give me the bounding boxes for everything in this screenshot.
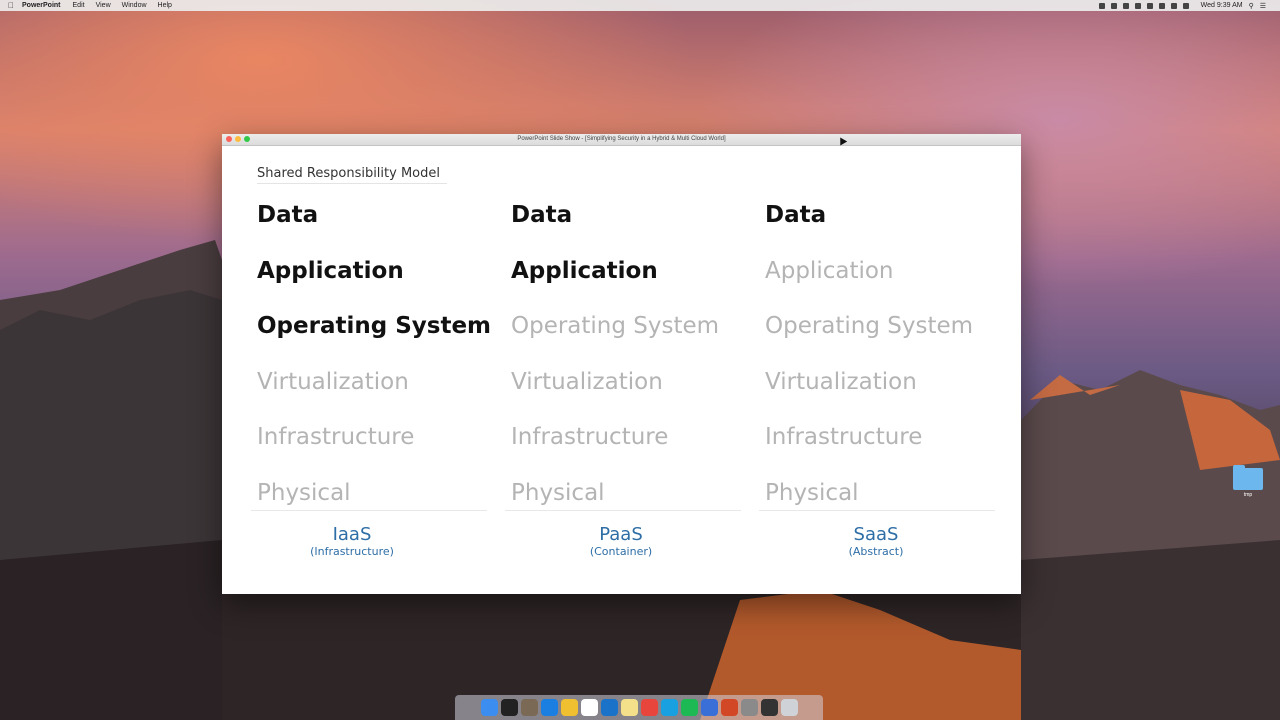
- layer-physical: Physical: [765, 479, 859, 506]
- tray-app-icon[interactable]: [1122, 2, 1129, 9]
- layer-data: Data: [765, 202, 827, 228]
- layer-application: Application: [511, 257, 658, 284]
- folder-icon: [1233, 465, 1263, 490]
- saas-column: Data Application Operating System Virtua…: [759, 198, 1005, 531]
- layer-operating-system: Operating System: [257, 313, 492, 339]
- column-divider: [505, 510, 741, 511]
- layer-infrastructure: Infrastructure: [257, 424, 415, 450]
- photos-icon[interactable]: [560, 699, 578, 716]
- calendar-icon[interactable]: [580, 699, 598, 716]
- menu-window[interactable]: Window: [122, 2, 147, 9]
- finder-icon[interactable]: [480, 699, 498, 716]
- notes-icon[interactable]: [620, 699, 638, 716]
- close-window-button[interactable]: [226, 136, 232, 142]
- tray-app-icon[interactable]: [1134, 2, 1141, 9]
- apple-menu-icon[interactable]: : [0, 1, 22, 10]
- fullscreen-window-button[interactable]: [244, 136, 250, 142]
- layer-infrastructure: Infrastructure: [511, 424, 669, 450]
- preview-icon[interactable]: [520, 699, 538, 716]
- slide-subtitle: Shared Responsibility Model: [257, 166, 447, 184]
- layer-virtualization: Virtualization: [511, 368, 663, 395]
- layer-application: Application: [765, 257, 894, 284]
- slide-canvas[interactable]: Shared Responsibility Model Data Applica…: [222, 146, 1021, 594]
- slideshow-window: PowerPoint Slide Show - [Simplifying Sec…: [222, 134, 1021, 594]
- tray-app-icon[interactable]: [1098, 2, 1105, 9]
- trash-icon[interactable]: [780, 699, 798, 716]
- minimize-window-button[interactable]: [235, 136, 241, 142]
- layer-data: Data: [257, 202, 319, 228]
- window-titlebar[interactable]: PowerPoint Slide Show - [Simplifying Sec…: [222, 134, 1021, 146]
- paas-column: Data Application Operating System Virtua…: [505, 198, 751, 531]
- model-name: PaaS: [599, 524, 643, 545]
- layer-virtualization: Virtualization: [765, 368, 917, 395]
- paas-label: PaaS (Container): [521, 524, 721, 558]
- layer-physical: Physical: [511, 479, 605, 506]
- powerpoint-icon[interactable]: [720, 699, 738, 716]
- terminal-icon[interactable]: [500, 699, 518, 716]
- activity-icon[interactable]: [760, 699, 778, 716]
- keynote-icon[interactable]: [700, 699, 718, 716]
- layer-data: Data: [511, 202, 573, 228]
- settings-icon[interactable]: [740, 699, 758, 716]
- layer-application: Application: [257, 257, 404, 284]
- window-title: PowerPoint Slide Show - [Simplifying Sec…: [517, 136, 726, 142]
- layer-physical: Physical: [257, 479, 351, 506]
- menu-app-name[interactable]: PowerPoint: [22, 2, 61, 9]
- outlook-icon[interactable]: [600, 699, 618, 716]
- model-name: IaaS: [332, 524, 372, 545]
- menu-edit[interactable]: Edit: [73, 2, 85, 9]
- skype-icon[interactable]: [660, 699, 678, 716]
- status-tray: Wed 9:39 AM ⚲ ☰: [1098, 0, 1266, 11]
- chrome-icon[interactable]: [640, 699, 658, 716]
- tray-app-icon[interactable]: [1110, 2, 1117, 9]
- menu-help[interactable]: Help: [158, 2, 172, 9]
- iaas-column: Data Application Operating System Virtua…: [251, 198, 497, 531]
- model-description: (Infrastructure): [310, 545, 394, 558]
- saas-label: SaaS (Abstract): [776, 524, 976, 558]
- dock: [455, 695, 823, 720]
- notification-center-icon[interactable]: ☰: [1260, 2, 1266, 10]
- model-name: SaaS: [853, 524, 899, 545]
- layer-operating-system: Operating System: [511, 313, 720, 339]
- menu-view[interactable]: View: [96, 2, 111, 9]
- model-description: (Container): [589, 545, 653, 558]
- menu-bar:  PowerPoint Edit View Window Help Wed 9…: [0, 0, 1280, 11]
- menubar-clock[interactable]: Wed 9:39 AM: [1201, 2, 1243, 9]
- spotify-icon[interactable]: [680, 699, 698, 716]
- spotlight-search-icon[interactable]: ⚲: [1249, 2, 1254, 10]
- column-divider: [759, 510, 995, 511]
- column-divider: [251, 510, 487, 511]
- desktop-folder[interactable]: tmp: [1232, 465, 1264, 498]
- iaas-label: IaaS (Infrastructure): [252, 524, 452, 558]
- safari-icon[interactable]: [540, 699, 558, 716]
- wifi-icon[interactable]: [1158, 2, 1165, 9]
- bluetooth-icon[interactable]: [1146, 2, 1153, 9]
- folder-label: tmp: [1243, 492, 1253, 498]
- layer-infrastructure: Infrastructure: [765, 424, 923, 450]
- battery-icon[interactable]: [1182, 2, 1189, 9]
- volume-icon[interactable]: [1170, 2, 1177, 9]
- model-description: (Abstract): [848, 545, 904, 558]
- layer-virtualization: Virtualization: [257, 368, 409, 395]
- layer-operating-system: Operating System: [765, 313, 974, 339]
